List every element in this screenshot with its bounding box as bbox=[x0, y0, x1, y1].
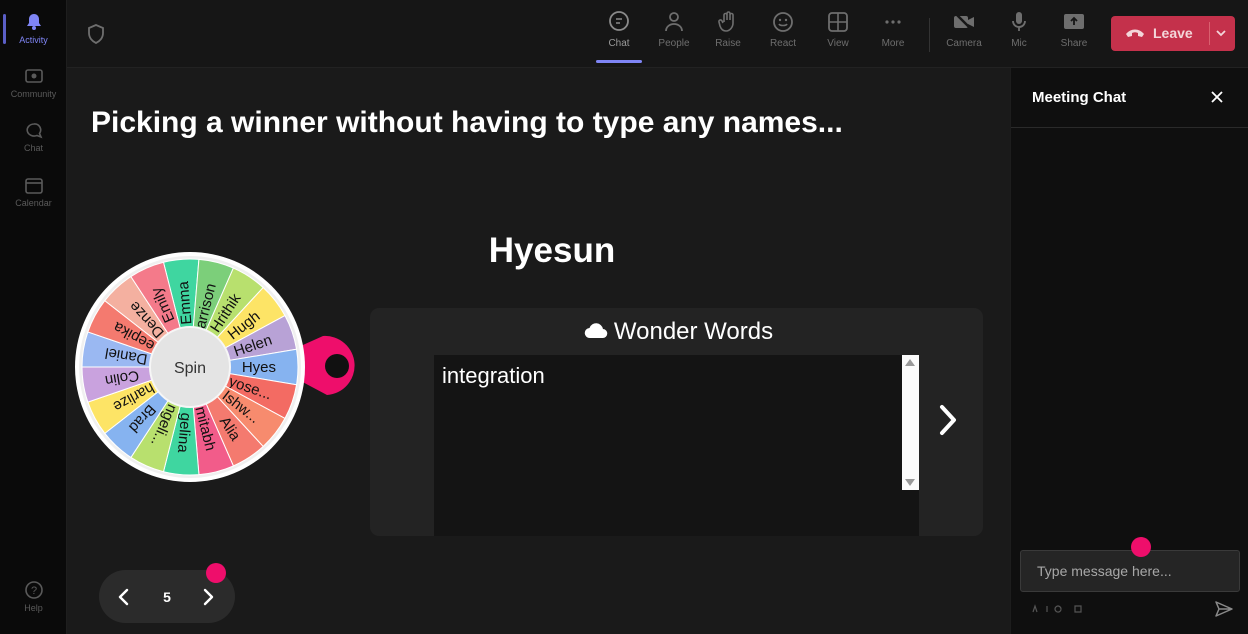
slide-number: 5 bbox=[163, 589, 171, 605]
scroll-down-arrow-icon[interactable] bbox=[905, 479, 915, 486]
rail-item-calendar[interactable]: Calendar bbox=[0, 177, 67, 208]
chat-label: Chat bbox=[608, 38, 630, 49]
bell-icon bbox=[26, 14, 41, 30]
ellipsis-icon bbox=[885, 20, 901, 24]
rail-item-community[interactable]: Community bbox=[0, 68, 67, 99]
camera-button[interactable]: Camera bbox=[937, 10, 991, 49]
hand-icon bbox=[718, 11, 734, 32]
camera-label: Camera bbox=[946, 38, 982, 49]
view-button[interactable]: View bbox=[811, 10, 865, 49]
wonder-words-scrollbar[interactable] bbox=[902, 355, 919, 490]
toolbar-divider bbox=[929, 18, 930, 52]
chat-header: Meeting Chat bbox=[1011, 68, 1248, 128]
rail-label-calendar: Calendar bbox=[15, 198, 52, 208]
wonder-words-textbox[interactable]: integration bbox=[434, 355, 919, 536]
more-label: More bbox=[881, 38, 905, 49]
view-label: View bbox=[827, 38, 849, 49]
mic-label: Mic bbox=[1011, 38, 1027, 49]
send-icon[interactable] bbox=[1214, 600, 1234, 618]
laser-pointer-dot-chat bbox=[1131, 537, 1151, 557]
camera-off-icon bbox=[954, 12, 974, 32]
wheel-pointer-hole bbox=[325, 354, 349, 378]
shared-content-stage: Picking a winner without having to type … bbox=[67, 68, 1010, 634]
share-icon bbox=[1064, 14, 1084, 29]
smiley-icon bbox=[773, 12, 793, 32]
phone-hangup-icon bbox=[1126, 29, 1144, 37]
close-icon[interactable] bbox=[1210, 90, 1224, 104]
name-wheel[interactable]: Emma Harrison Hrithik Hugh Helen Hyes Hyose...… bbox=[75, 250, 365, 490]
meeting-chat-panel: Meeting Chat bbox=[1010, 68, 1248, 634]
help-icon: ? bbox=[24, 581, 43, 599]
slide-headline: Picking a winner without having to type … bbox=[91, 106, 843, 139]
format-icon[interactable] bbox=[1031, 604, 1091, 614]
rail-label-activity: Activity bbox=[19, 35, 48, 45]
meeting-toolbar: Chat People Raise React View More Camera… bbox=[67, 0, 1248, 68]
wheel-graphic[interactable]: EmmaHarrisonHrithikHughHelenHyesHyose...… bbox=[75, 250, 365, 490]
wonder-words-title: Wonder Words bbox=[613, 318, 774, 345]
svg-text:?: ? bbox=[30, 585, 36, 597]
community-icon bbox=[24, 69, 43, 83]
app-rail: Activity Community Chat Calendar ? Help bbox=[0, 0, 67, 634]
spin-label[interactable]: Spin bbox=[174, 360, 206, 377]
chat-toggle-button[interactable]: Chat bbox=[592, 10, 646, 63]
wheel-segment-label: Hyes bbox=[242, 359, 276, 376]
cloud-icon bbox=[584, 322, 608, 338]
chevron-right-icon[interactable] bbox=[201, 587, 215, 607]
react-button[interactable]: React bbox=[756, 10, 810, 49]
chat-title: Meeting Chat bbox=[1032, 89, 1127, 106]
raise-label: Raise bbox=[715, 38, 741, 49]
rail-label-community: Community bbox=[10, 89, 57, 99]
leave-label: Leave bbox=[1153, 25, 1193, 41]
grid-icon bbox=[828, 12, 848, 32]
chevron-left-icon[interactable] bbox=[117, 587, 131, 607]
wonder-words-card: Wonder Words integration bbox=[370, 308, 983, 536]
rail-item-activity[interactable]: Activity bbox=[0, 12, 67, 45]
more-button[interactable]: More bbox=[866, 10, 920, 49]
leave-button[interactable]: Leave bbox=[1111, 16, 1235, 51]
calendar-icon bbox=[24, 178, 43, 194]
rail-label-chat: Chat bbox=[23, 143, 43, 153]
chat-message-input[interactable] bbox=[1020, 550, 1240, 592]
people-icon bbox=[665, 12, 683, 32]
chevron-down-icon[interactable] bbox=[1215, 27, 1227, 39]
people-button[interactable]: People bbox=[647, 10, 701, 49]
share-button[interactable]: Share bbox=[1047, 10, 1101, 49]
rail-item-chat[interactable]: Chat bbox=[0, 122, 67, 153]
raise-hand-button[interactable]: Raise bbox=[701, 10, 755, 49]
next-word-chevron-icon[interactable] bbox=[938, 403, 958, 437]
laser-pointer-dot bbox=[206, 563, 226, 583]
mic-button[interactable]: Mic bbox=[992, 10, 1046, 49]
rail-label-help: Help bbox=[24, 603, 43, 613]
scroll-up-arrow-icon[interactable] bbox=[905, 359, 915, 366]
wonder-words-title-row: Wonder Words bbox=[370, 318, 987, 346]
rail-item-help[interactable]: ? Help bbox=[0, 580, 67, 613]
leave-divider bbox=[1209, 22, 1210, 45]
people-label: People bbox=[658, 38, 690, 49]
wonder-words-text: integration bbox=[442, 363, 545, 388]
chat-icon bbox=[609, 11, 629, 31]
react-label: React bbox=[769, 38, 797, 49]
mic-icon bbox=[1012, 12, 1026, 31]
shield-icon bbox=[88, 24, 104, 44]
compose-tools bbox=[1031, 604, 1091, 616]
chat-icon bbox=[25, 123, 42, 139]
share-label: Share bbox=[1060, 38, 1088, 49]
